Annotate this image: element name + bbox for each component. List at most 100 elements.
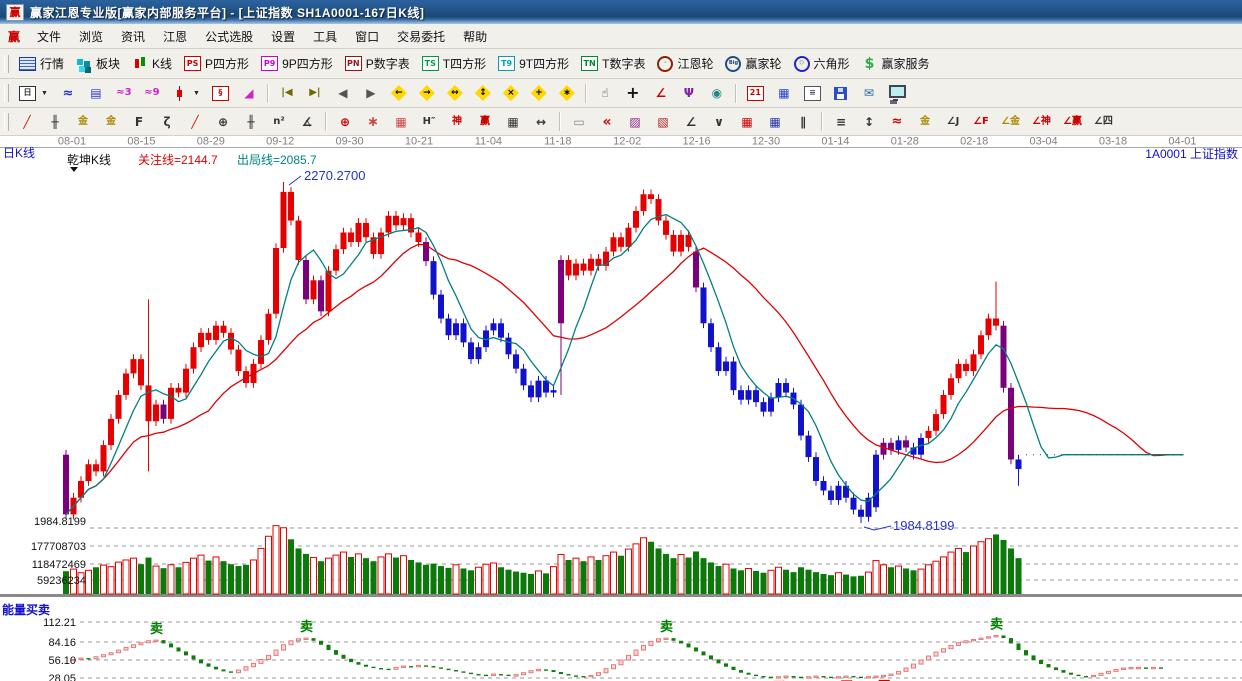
gann-time-comb-icon[interactable]: ╫ xyxy=(41,111,69,133)
ying-comb-icon[interactable]: 赢 xyxy=(471,111,499,133)
angle-lines-icon[interactable]: ∠ xyxy=(677,111,705,133)
menu-item-window-menu[interactable]: 窗口 xyxy=(346,25,388,48)
gann-expand-diamond[interactable]: + xyxy=(525,82,553,104)
menu-item-formula-picker[interactable]: 公式选股 xyxy=(196,25,262,48)
gann-square-icon[interactable]: ▧ xyxy=(649,111,677,133)
gann-reset-diamond[interactable]: ∗ xyxy=(553,82,581,104)
bar-comb-icon[interactable]: ╫ xyxy=(237,111,265,133)
menu-item-file[interactable]: 文件 xyxy=(28,25,70,48)
wave-3-icon[interactable]: ≈3 xyxy=(110,82,138,104)
angle-shen-icon[interactable]: ∠神 xyxy=(1026,111,1057,133)
toolbar-grip[interactable] xyxy=(4,84,9,102)
toolbar-grip[interactable] xyxy=(4,55,9,73)
target-circle-icon[interactable]: ⊕ xyxy=(331,111,359,133)
menu-item-help[interactable]: 帮助 xyxy=(454,25,496,48)
gann-right-diamond[interactable]: → xyxy=(413,82,441,104)
gann-hshrink-diamond[interactable]: ↔ xyxy=(441,82,469,104)
gann-left-diamond[interactable]: ← xyxy=(385,82,413,104)
selector-arrow-icon[interactable] xyxy=(70,167,78,172)
prev-bar-icon[interactable]: ◀ xyxy=(329,82,357,104)
volume-bars[interactable] xyxy=(63,526,1022,594)
h-measure-icon[interactable]: H″ xyxy=(415,111,443,133)
calendar-icon[interactable]: 21 xyxy=(741,82,770,104)
brush-candle-icon[interactable]: ╱ xyxy=(181,111,209,133)
wave-tool-icon[interactable]: ≈ xyxy=(883,111,911,133)
zigzag-tool-icon[interactable]: ∨ xyxy=(705,111,733,133)
mail-icon[interactable]: ✉ xyxy=(855,82,883,104)
angle-tool-icon[interactable]: ∠ xyxy=(647,82,675,104)
golden-price-icon[interactable]: 金 xyxy=(97,111,125,133)
drag-hand-icon[interactable]: ☝ xyxy=(591,82,619,104)
toolbar-grip[interactable] xyxy=(4,113,9,131)
volume-profile-icon[interactable]: ◢ xyxy=(235,82,263,104)
p-number-table-button[interactable]: PNP数字表 xyxy=(339,52,416,75)
gann-grid-box-icon[interactable]: ▦ xyxy=(387,111,415,133)
gann-box-icon[interactable]: ▨ xyxy=(621,111,649,133)
pc-icon[interactable] xyxy=(883,82,912,104)
first-bar-icon[interactable]: |◀ xyxy=(273,82,301,104)
cycle-comb-icon[interactable]: ⊕ xyxy=(209,111,237,133)
kline-type-selector[interactable]: 乾坤K线 xyxy=(67,152,111,167)
gold-line-icon[interactable]: 金 xyxy=(911,111,939,133)
rect-tool-icon[interactable]: ▭ xyxy=(565,111,593,133)
menu-item-news[interactable]: 资讯 xyxy=(112,25,154,48)
gann-wheel-button[interactable]: ◦江恩轮 xyxy=(651,52,719,75)
gann-center-diamond[interactable]: × xyxy=(497,82,525,104)
protractor-icon[interactable]: ∡ xyxy=(293,111,321,133)
menu-item-tools[interactable]: 工具 xyxy=(304,25,346,48)
angle-gold-icon[interactable]: ∠金 xyxy=(995,111,1026,133)
candle-style-selector[interactable]: ▼ xyxy=(166,82,206,104)
angle-f-icon[interactable]: ∠F xyxy=(967,111,995,133)
fan-lines-icon[interactable]: « xyxy=(593,111,621,133)
menu-item-gann[interactable]: 江恩 xyxy=(154,25,196,48)
width-measure-icon[interactable]: ↔ xyxy=(527,111,555,133)
vertical-ruler-icon[interactable]: ↕ xyxy=(855,111,883,133)
sectors-button[interactable]: 板块 xyxy=(70,52,126,75)
wave-9-icon[interactable]: ≈9 xyxy=(138,82,166,104)
n-square-icon[interactable]: n² xyxy=(265,111,293,133)
9t-square-button[interactable]: T99T四方形 xyxy=(492,52,575,75)
winner-wheel-button[interactable]: Big赢家轮 xyxy=(719,52,787,75)
gann-vshrink-diamond[interactable]: ↕ xyxy=(469,82,497,104)
cycle-shape-icon[interactable]: ◉ xyxy=(703,82,731,104)
p-square-button[interactable]: PSP四方形 xyxy=(178,52,255,75)
kline-button[interactable]: K线 xyxy=(126,52,178,75)
spiral-icon[interactable]: ζ xyxy=(153,111,181,133)
number-grid-icon[interactable]: ▦ xyxy=(499,111,527,133)
9p-square-button[interactable]: P99P四方形 xyxy=(255,52,339,75)
red-grid-icon[interactable]: ▦ xyxy=(733,111,761,133)
crosshair-icon[interactable]: + xyxy=(619,82,647,104)
scale-lines-icon[interactable]: ≡ xyxy=(827,111,855,133)
last-bar-icon[interactable]: ▶| xyxy=(301,82,329,104)
save-icon[interactable] xyxy=(827,82,855,104)
period-selector[interactable]: 日▼ xyxy=(13,82,54,104)
angle-j-icon[interactable]: ∠J xyxy=(939,111,967,133)
kline-chart-canvas[interactable]: 08-0108-1508-2909-1209-3010-2111-0411-18… xyxy=(0,136,1242,681)
compass-rose-icon[interactable]: ∗ xyxy=(359,111,387,133)
next-bar-icon[interactable]: ▶ xyxy=(357,82,385,104)
f10-info-icon[interactable]: ▤ xyxy=(82,82,110,104)
candlesticks[interactable] xyxy=(63,182,1022,523)
gann-shape-icon[interactable]: Ψ xyxy=(675,82,703,104)
t-square-button[interactable]: TST四方形 xyxy=(416,52,492,75)
angle-ying-icon[interactable]: ∠赢 xyxy=(1057,111,1088,133)
brush-tool-icon[interactable]: ╱ xyxy=(13,111,41,133)
winner-service-button[interactable]: $赢家服务 xyxy=(856,52,936,75)
chart-area[interactable]: 08-0108-1508-2909-1209-3010-2111-0411-18… xyxy=(0,136,1242,681)
parallel-lines-icon[interactable]: ∥ xyxy=(789,111,817,133)
calculator-icon[interactable]: ▦ xyxy=(770,82,798,104)
angle-si-icon[interactable]: ∠四 xyxy=(1088,111,1119,133)
menu-item-trade-orders[interactable]: 交易委托 xyxy=(388,25,454,48)
trend-net-icon[interactable]: ≈ xyxy=(54,82,82,104)
fibonacci-f-icon[interactable]: F xyxy=(125,111,153,133)
golden-section-icon[interactable]: 金 xyxy=(69,111,97,133)
blue-grid-icon[interactable]: ▦ xyxy=(761,111,789,133)
notes-icon[interactable]: ≡ xyxy=(798,82,827,104)
t-number-table-button[interactable]: TNT数字表 xyxy=(575,52,651,75)
menu-item-browse[interactable]: 浏览 xyxy=(70,25,112,48)
hexagon-button[interactable]: ⬡六角形 xyxy=(788,52,856,75)
market-quotes-button[interactable]: 行情 xyxy=(13,52,70,75)
gann-flag-icon[interactable]: § xyxy=(206,82,235,104)
shen-comb-icon[interactable]: 神 xyxy=(443,111,471,133)
menu-item-settings[interactable]: 设置 xyxy=(262,25,304,48)
